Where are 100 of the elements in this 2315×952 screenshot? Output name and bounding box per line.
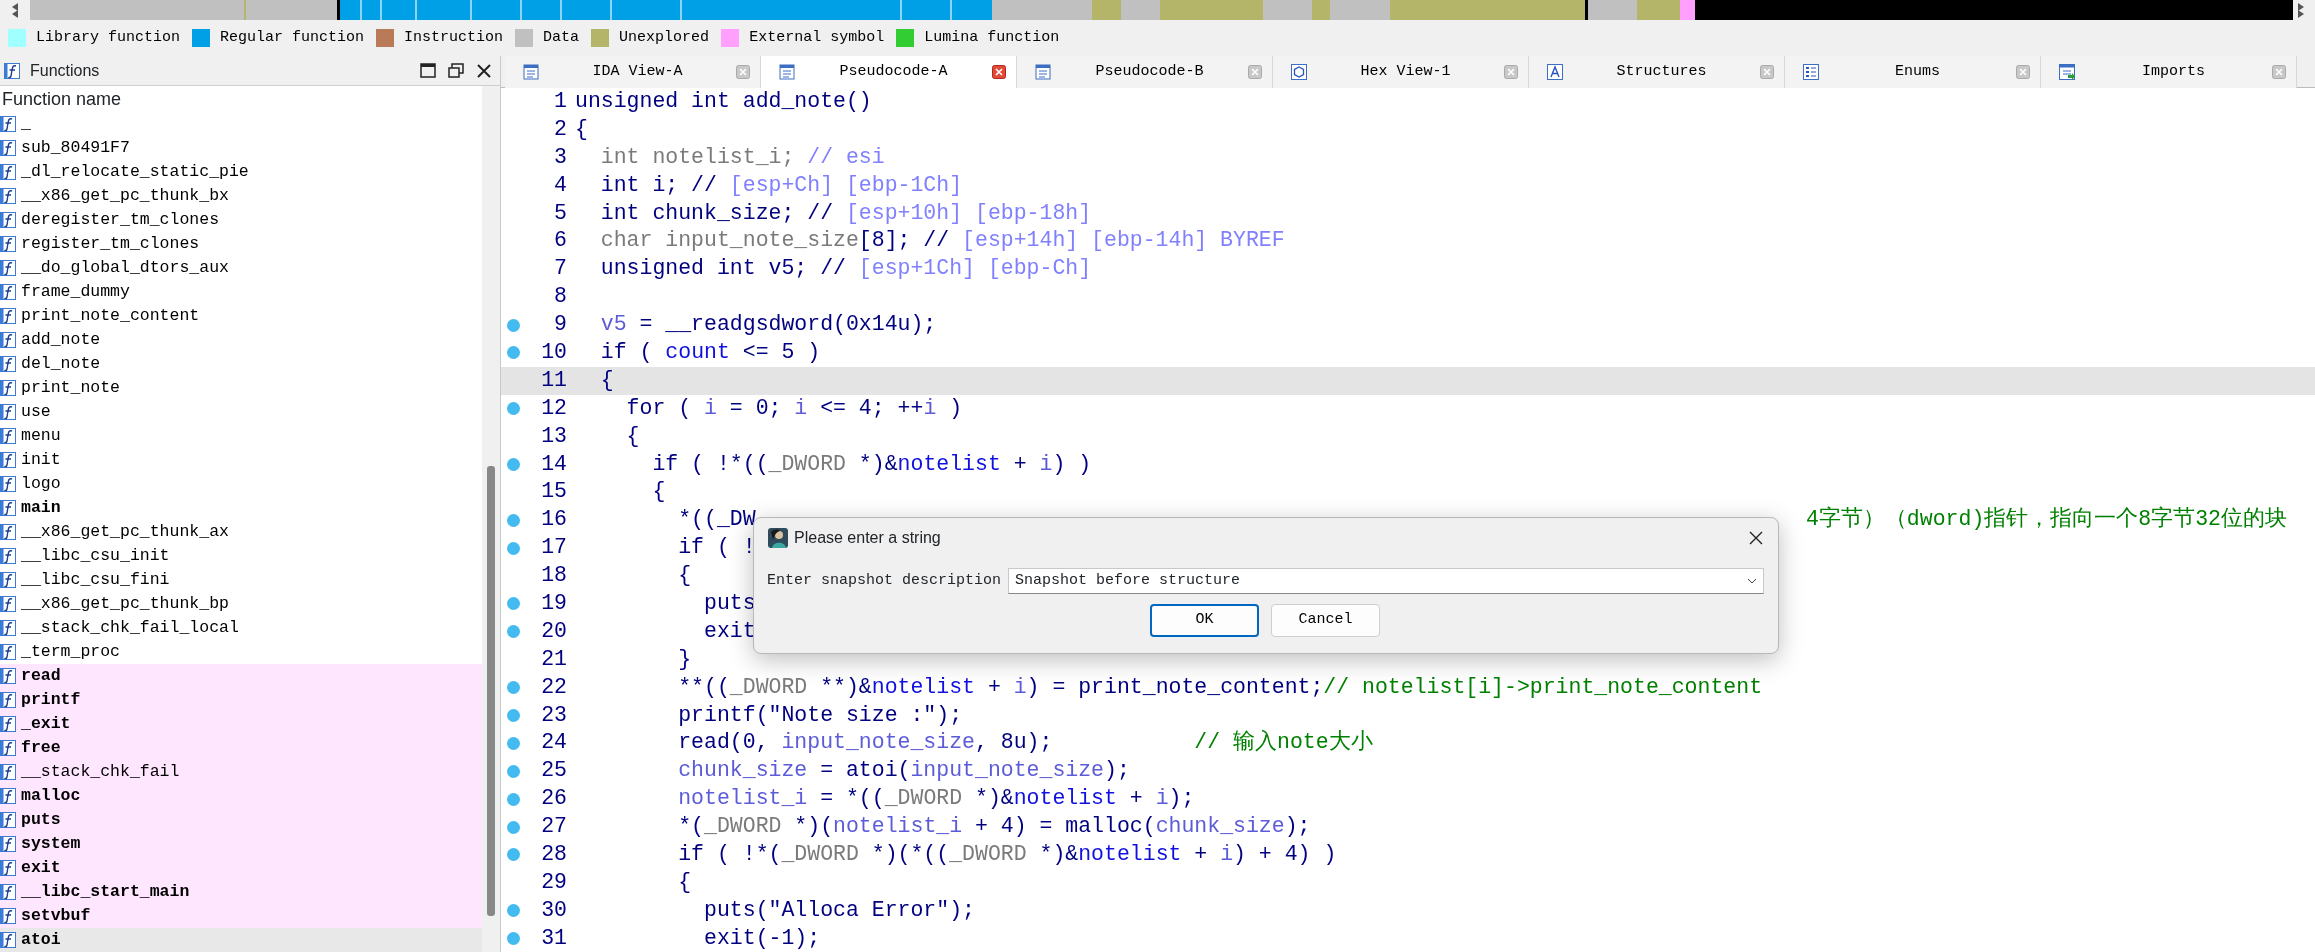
breakpoint-dot[interactable] [507,932,520,946]
description-combo-field[interactable]: Snapshot before structure [1008,568,1764,594]
function-item[interactable]: __stack_chk_fail_local [0,616,482,640]
function-item[interactable]: use [0,400,482,424]
function-item[interactable]: exit [0,856,482,880]
function-item[interactable]: __x86_get_pc_thunk_bp [0,592,482,616]
line-number: 10 [541,339,567,366]
breakpoint-dot[interactable] [507,848,520,862]
code-line: unsigned int add_note() [574,88,872,115]
line-number: 11 [541,366,567,394]
breakpoint-dot[interactable] [507,402,520,416]
legend-label: Lumina function [924,27,1060,48]
column-header[interactable]: Function name [0,86,482,112]
function-item[interactable]: __libc_csu_fini [0,568,482,592]
breakpoint-dot[interactable] [507,318,520,332]
function-item[interactable]: __stack_chk_fail [0,760,482,784]
breakpoint-dot[interactable] [507,681,520,695]
function-item[interactable]: malloc [0,784,482,808]
function-item[interactable]: _ [0,112,482,136]
function-icon [0,812,16,828]
document-icon [1035,64,1051,80]
function-item[interactable]: main [0,496,482,520]
breakpoint-dot[interactable] [507,709,520,723]
ok-button[interactable]: OK [1150,604,1259,637]
line-number: 25 [541,757,567,785]
line-number: 18 [541,562,567,590]
breakpoint-dot[interactable] [507,764,520,778]
tab[interactable]: Hex View-1 [1273,56,1529,88]
line-number: 23 [541,701,567,729]
document-icon [523,64,539,80]
line-number: 5 [553,199,567,227]
line-number: 19 [541,590,567,618]
function-item[interactable]: puts [0,808,482,832]
function-item[interactable]: system [0,832,482,856]
function-item[interactable]: setvbuf [0,904,482,928]
function-icon [0,908,16,924]
code-line: read(0, input_note_size, 8u); // 输入note大小 [677,729,1373,757]
line-number: 6 [553,227,567,255]
tab[interactable]: IDA View-A [505,56,761,88]
list-icon [1803,64,1819,80]
function-item[interactable]: logo [0,472,482,496]
tab[interactable]: Enums [1785,56,2041,88]
function-item[interactable]: print_note [0,376,482,400]
breakpoint-dot[interactable] [507,458,520,471]
function-item[interactable]: add_note [0,328,482,352]
function-item[interactable]: _dl_relocate_static_pie [0,160,482,184]
function-item[interactable]: __do_global_dtors_aux [0,256,482,280]
code-line: { [677,868,692,896]
tab[interactable]: Pseudocode-A [761,56,1017,88]
breakpoint-dot[interactable] [507,346,520,360]
function-item[interactable]: printf [0,688,482,712]
function-item[interactable]: read [0,664,482,688]
code-line: } [677,645,692,673]
breakpoint-dot[interactable] [507,597,520,611]
scrollbar[interactable] [482,86,500,952]
breakpoint-dot[interactable] [507,513,520,527]
document-icon [779,64,795,80]
function-item[interactable]: del_note [0,352,482,376]
breakpoint-dot[interactable] [507,541,520,555]
code-line: exit [703,617,756,645]
breakpoint-dot[interactable] [507,904,520,918]
breakpoint-dot[interactable] [507,820,520,834]
tab[interactable]: Imports [2041,56,2297,88]
tab[interactable]: Pseudocode-B [1017,56,1273,88]
code-line: if ( !*((_DWORD *)&notelist + i) ) [651,450,1092,478]
line-number: 21 [541,645,567,673]
function-icon [0,740,16,756]
line-number: 20 [541,617,567,645]
function-item[interactable]: menu [0,424,482,448]
function-item[interactable]: _term_proc [0,640,482,664]
legend-label: Unexplored [619,27,710,48]
cancel-button[interactable]: Cancel [1271,604,1380,637]
function-item[interactable]: sub_80491F7 [0,136,482,160]
breakpoint-dot[interactable] [507,792,520,806]
function-item[interactable]: init [0,448,482,472]
close-icon[interactable] [1748,530,1764,546]
restore-icon[interactable] [448,62,464,79]
tab[interactable]: Structures [1529,56,1785,88]
function-item[interactable]: print_note_content [0,304,482,328]
breakpoint-dot[interactable] [507,736,520,750]
code-line: { [651,478,666,506]
hexagon-icon [1291,64,1307,80]
function-item[interactable]: frame_dummy [0,280,482,304]
function-item[interactable]: __x86_get_pc_thunk_bx [0,184,482,208]
function-item[interactable]: _exit [0,712,482,736]
function-icon [0,764,16,780]
function-item[interactable]: __libc_csu_init [0,544,482,568]
breakpoint-dot[interactable] [507,625,520,639]
function-item[interactable]: __x86_get_pc_thunk_ax [0,520,482,544]
line-number: 2 [553,115,567,143]
maximize-icon[interactable] [420,62,436,79]
function-item[interactable]: deregister_tm_clones [0,208,482,232]
chevron-icon[interactable] [1747,578,1757,584]
code-line: { [574,115,588,143]
function-item[interactable]: atoi [0,928,482,952]
function-item[interactable]: __libc_start_main [0,880,482,904]
close-icon[interactable] [476,62,492,79]
close-icon[interactable] [992,65,1006,79]
function-item[interactable]: register_tm_clones [0,232,482,256]
function-item[interactable]: free [0,736,482,760]
